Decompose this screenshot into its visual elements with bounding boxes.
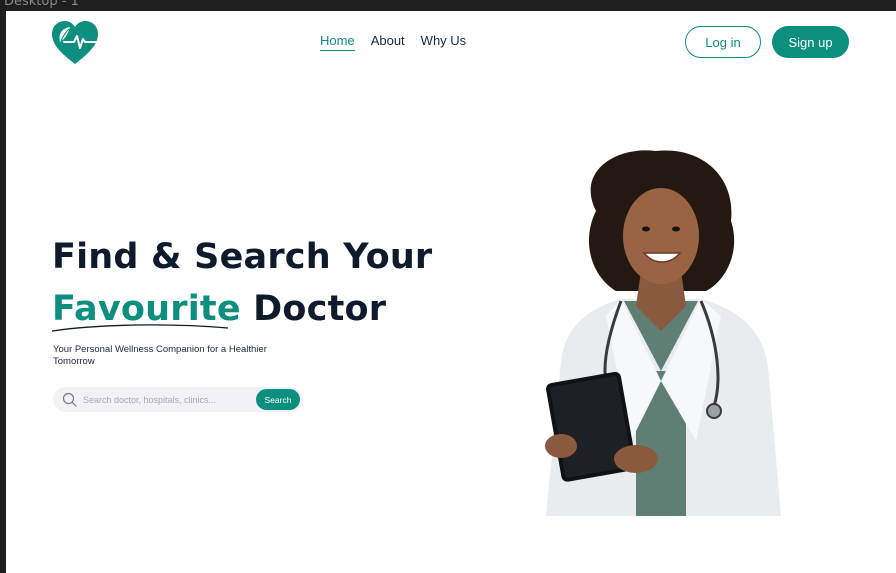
search-button[interactable]: Search <box>256 389 300 410</box>
frame-label: Desktop - 1 <box>4 0 79 9</box>
headline-accent-word: Favourite <box>51 283 241 335</box>
heart-pulse-logo-icon[interactable] <box>50 20 100 66</box>
search-icon <box>62 392 77 407</box>
doctor-photo <box>545 150 781 516</box>
hero-subtitle: Your Personal Wellness Companion for a H… <box>53 344 267 367</box>
main-nav: Home About Why Us <box>320 33 467 51</box>
landing-page: Home About Why Us Log in Sign up Find & … <box>6 11 896 573</box>
nav-about-link[interactable]: About <box>371 33 405 48</box>
nav-home-link[interactable]: Home <box>320 33 355 51</box>
hero-headline: Find & Search Your Favourite Doctor <box>51 231 433 335</box>
headline-rest: Doctor <box>240 289 387 329</box>
login-button[interactable]: Log in <box>685 26 761 58</box>
accent-underline-icon <box>51 324 229 332</box>
search-input[interactable] <box>83 390 248 409</box>
nav-why-us-link[interactable]: Why Us <box>421 33 467 48</box>
headline-line-1: Find & Search Your <box>52 237 433 277</box>
signup-button[interactable]: Sign up <box>772 26 849 58</box>
search-bar: Search <box>53 387 303 412</box>
